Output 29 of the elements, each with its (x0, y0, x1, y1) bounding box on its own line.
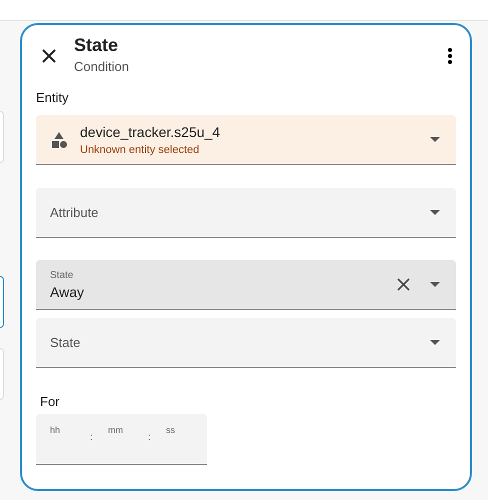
field-label: State (50, 270, 74, 280)
field-placeholder: State (50, 335, 82, 350)
duration-label: For (40, 394, 60, 409)
time-input[interactable]: ss (166, 424, 186, 436)
duration-field[interactable]: hh : mm : ss (36, 414, 207, 465)
field-placeholder: Attribute (50, 205, 100, 220)
field-value: Away (50, 284, 85, 300)
time-separator: : (148, 432, 152, 445)
more-options-icon[interactable] (448, 48, 452, 64)
clear-icon[interactable] (397, 278, 410, 291)
dialog-subtitle: Condition (74, 59, 130, 74)
time-input[interactable]: hh (50, 424, 90, 436)
shapes-icon (50, 130, 68, 148)
card-edge (0, 276, 4, 328)
time-separator: : (90, 432, 94, 445)
entity-picker[interactable]: device_tracker.s25u_4 Unknown entity selected (36, 115, 456, 165)
entity-value: device_tracker.s25u_4 (80, 124, 222, 140)
dropdown-caret-icon[interactable] (430, 137, 440, 142)
close-icon[interactable] (42, 49, 56, 63)
dropdown-caret-icon[interactable] (430, 340, 440, 345)
time-input[interactable]: mm (108, 424, 148, 436)
select-field[interactable]: State Away (36, 260, 456, 310)
entity-label: Entity (36, 90, 70, 105)
dropdown-caret-icon[interactable] (430, 282, 440, 287)
select-field[interactable]: State (36, 318, 456, 368)
select-field[interactable]: Attribute (36, 188, 456, 238)
error-message: Unknown entity selected (80, 144, 200, 156)
dialog-title: State (74, 35, 120, 56)
dropdown-caret-icon[interactable] (430, 210, 440, 215)
